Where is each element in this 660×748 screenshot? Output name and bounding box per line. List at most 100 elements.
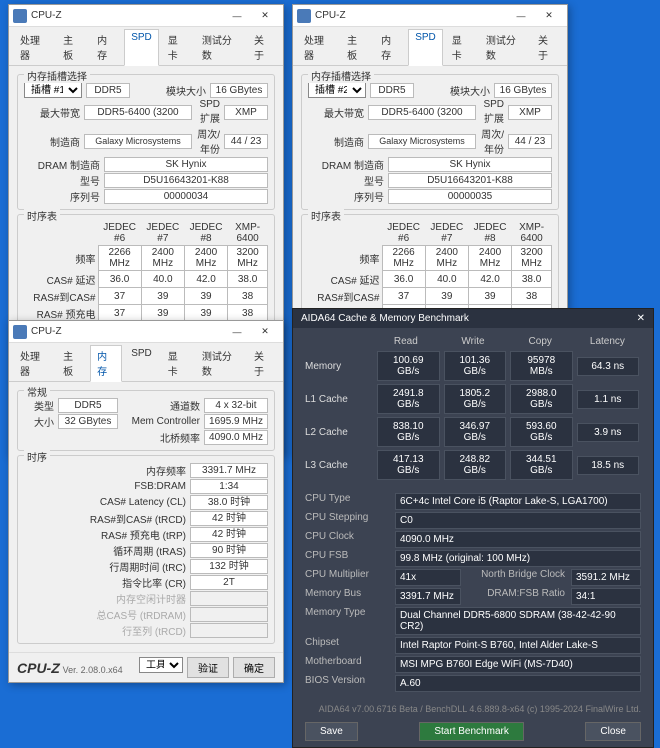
freq-value: 3391.7 MHz [190,463,268,478]
rtor-label: 行至列 (tRCD) [24,623,186,638]
tab-显卡[interactable]: 显卡 [445,29,477,65]
trc-label: 行周期时间 (tRC) [24,559,186,574]
aida-info-label: CPU Stepping [305,512,395,529]
hdr-read: Read [372,336,439,347]
minimize-button[interactable]: — [507,7,535,25]
tab-内存[interactable]: 内存 [90,345,122,382]
size-label: 大小 [24,414,54,429]
tab-SPD[interactable]: SPD [408,29,443,66]
tab-bar: 处理器主板内存SPD显卡测试分数关于 [293,27,567,66]
slot-select-group: 内存插槽选择 插槽 #2 DDR5 模块大小 16 GBytes 最大带宽DDR… [301,74,559,210]
tab-处理器[interactable]: 处理器 [13,345,54,381]
tab-内存[interactable]: 内存 [374,29,406,65]
aida-info-value: C0 [395,512,641,529]
spdext-label: SPD扩展 [480,99,504,125]
tools-select[interactable]: 工具 [139,657,183,673]
part-label: 型号 [24,173,100,188]
validate-button[interactable]: 验证 [187,657,229,678]
close-button[interactable]: Close [585,722,641,741]
slot-select-group: 内存插槽选择 插槽 #1 DDR5 模块大小 16 GBytes 最大带宽DDR… [17,74,275,210]
title-text: CPU-Z [31,326,62,337]
titlebar[interactable]: CPU-Z —✕ [9,5,283,27]
tab-处理器[interactable]: 处理器 [13,29,54,65]
tab-测试分数[interactable]: 测试分数 [195,345,245,381]
timing-cell: 37 [98,305,141,322]
timing-cell: 42.0 [468,271,511,288]
mem-type: DDR5 [370,83,414,98]
maxbw-value: DDR5-6400 (3200 MHz) [368,105,476,120]
mfr-value: Galaxy Microsystems Ltd. [368,134,476,149]
aida-info-label: CPU Clock [305,531,395,548]
aida-info-label: CPU FSB [305,550,395,567]
part-label: 型号 [308,173,384,188]
aida-cell: 18.5 ns [577,456,640,475]
slot-select[interactable]: 插槽 #2 [308,82,366,98]
tab-bar: 处理器主板内存SPD显卡测试分数关于 [9,343,283,382]
close-button[interactable]: ✕ [251,7,279,25]
tab-关于[interactable]: 关于 [247,345,279,381]
aida-info-row: CPU FSB99.8 MHz (original: 100 MHz) [305,550,641,567]
week-value: 44 / 23 [508,134,552,149]
aida-titlebar[interactable]: AIDA64 Cache & Memory Benchmark ✕ [293,309,653,328]
tab-关于[interactable]: 关于 [531,29,563,65]
drammfr-label: DRAM 制造商 [24,157,100,172]
close-icon[interactable]: ✕ [637,313,645,324]
start-benchmark-button[interactable]: Start Benchmark [419,722,523,741]
rp-label: RAS# 预充电 (tRP) [24,527,186,542]
tab-显卡[interactable]: 显卡 [161,29,193,65]
aida-row: L2 Cache838.10 GB/s346.97 GB/s593.60 GB/… [305,417,641,447]
hdr-latency: Latency [574,336,641,347]
week-value: 44 / 23 [224,134,268,149]
week-label: 周次/年份 [480,126,504,156]
tab-主板[interactable]: 主板 [340,29,372,65]
slot-select[interactable]: 插槽 #1 [24,82,82,98]
save-button[interactable]: Save [305,722,358,741]
close-button[interactable]: ✕ [251,323,279,341]
aida-info-value: 4090.0 MHz [395,531,641,548]
tab-显卡[interactable]: 显卡 [161,345,193,381]
tab-测试分数[interactable]: 测试分数 [195,29,245,65]
chan-value: 4 x 32-bit [204,398,268,413]
aida-row: Memory100.69 GB/s101.36 GB/s95978 MB/s64… [305,351,641,381]
ok-button[interactable]: 确定 [233,657,275,678]
tab-SPD[interactable]: SPD [124,345,159,381]
aida-info-row: BIOS VersionA.60 [305,675,641,692]
aida-info-value: Intel Raptor Point-S B760, Intel Alder L… [395,637,641,654]
modsize-label: 模块大小 [418,83,490,98]
tab-SPD[interactable]: SPD [124,29,159,66]
trc-value: 132 时钟 [190,559,268,574]
group-label: 时序 [24,449,50,464]
aida-info-row: Memory Bus3391.7 MHzDRAM:FSB Ratio34:1 [305,588,641,605]
title-text: CPU-Z [31,10,62,21]
minimize-button[interactable]: — [223,323,251,341]
spdext-label: SPD扩展 [196,99,220,125]
minimize-button[interactable]: — [223,7,251,25]
general-group: 常规 类型DDR5通道数4 x 32-bit 大小32 GBytesMem Co… [17,390,275,451]
aida-info-row: CPU SteppingC0 [305,512,641,529]
titlebar[interactable]: CPU-Z —✕ [293,5,567,27]
tab-关于[interactable]: 关于 [247,29,279,65]
tab-处理器[interactable]: 处理器 [297,29,338,65]
aida-info-value: MSI MPG B760I Edge WiFi (MS-7D40) [395,656,641,673]
aida-info-value: 99.8 MHz (original: 100 MHz) [395,550,641,567]
tab-主板[interactable]: 主板 [56,29,88,65]
tab-内存[interactable]: 内存 [90,29,122,65]
timing-cell: 2400 MHz [184,246,227,271]
titlebar[interactable]: CPU-Z —✕ [9,321,283,343]
timing-group: 时序 内存频率3391.7 MHz FSB:DRAM1:34 CAS# Late… [17,455,275,644]
idle-label: 内存空闲计时器 [24,591,186,606]
aida-row-label: L2 Cache [305,427,375,438]
mc-label: Mem Controller [122,416,200,427]
aida-info-row: CPU Type6C+4c Intel Core i5 (Raptor Lake… [305,493,641,510]
tab-主板[interactable]: 主板 [56,345,88,381]
aida-cell: 248.82 GB/s [444,450,507,480]
group-label: 常规 [24,384,50,399]
timing-cell: 38.0 [228,271,268,288]
close-button[interactable]: ✕ [535,7,563,25]
aida-info-label: Memory Type [305,607,395,635]
tab-测试分数[interactable]: 测试分数 [479,29,529,65]
timing-cell: 2400 MHz [425,246,468,271]
aida-cell: 1805.2 GB/s [444,384,507,414]
timing-cell: 40.0 [141,271,184,288]
aida-info-value: Dual Channel DDR5-6800 SDRAM (38-42-42-9… [395,607,641,635]
